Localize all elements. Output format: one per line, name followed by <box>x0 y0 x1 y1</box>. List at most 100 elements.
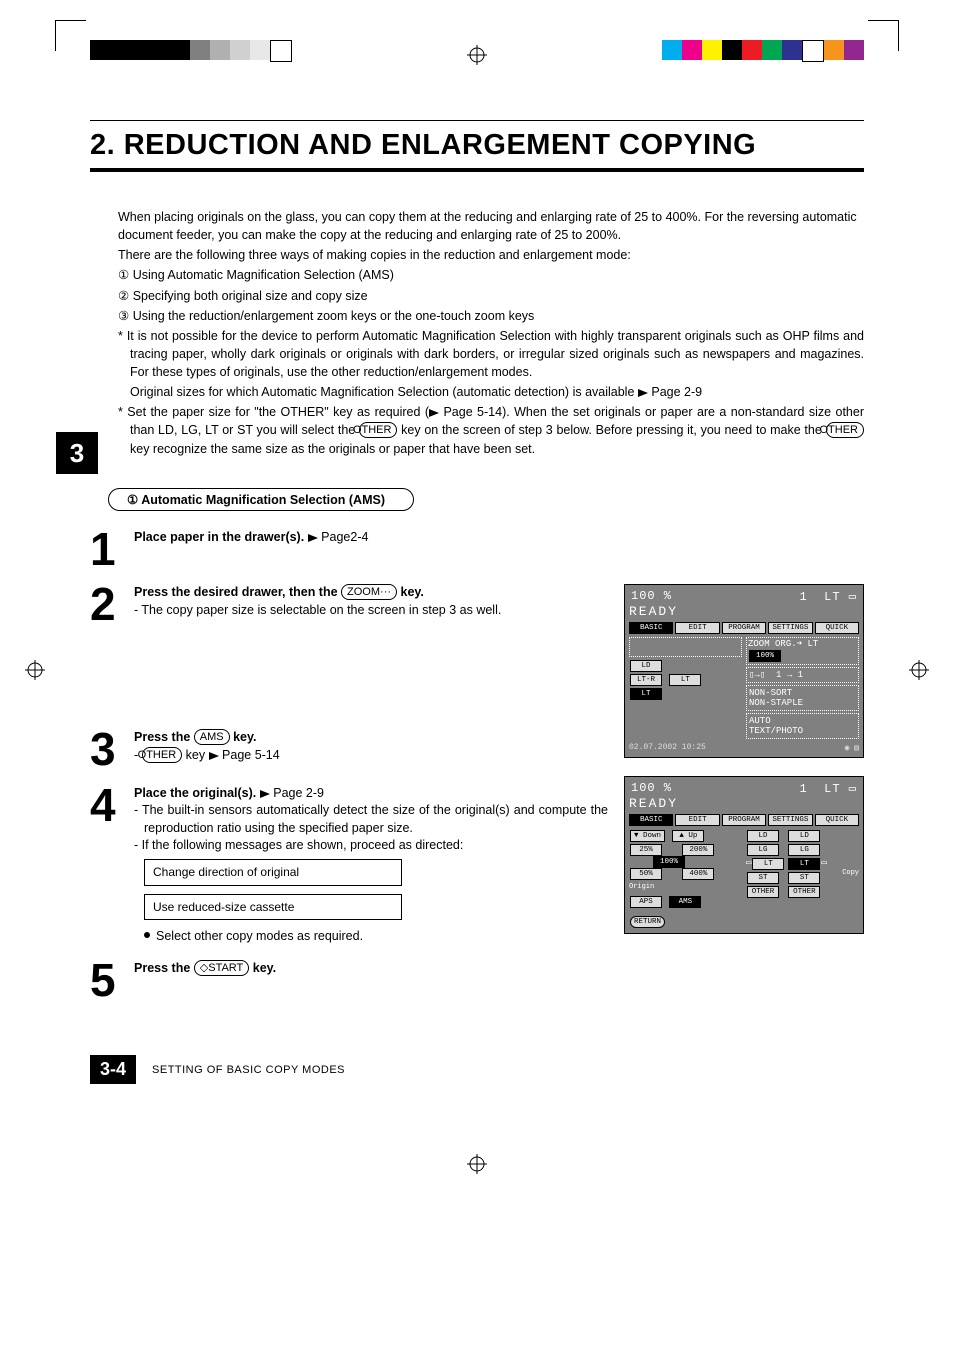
paper-size: LT <box>824 590 840 604</box>
zoom-400[interactable]: 400% <box>682 868 714 880</box>
drawer-ltr[interactable]: LT-R <box>630 674 662 686</box>
return-button[interactable]: RETURN <box>630 916 665 928</box>
ams-button[interactable]: AMS <box>669 896 701 908</box>
step-1-number: 1 <box>90 529 134 570</box>
step-4-sub2: - If the following messages are shown, p… <box>134 837 608 855</box>
down-button[interactable]: ▼ Down <box>630 830 665 842</box>
screen-tab-edit[interactable]: EDIT <box>675 622 719 634</box>
orig-lt[interactable]: LT <box>752 858 784 870</box>
duplex-value: 1 → 1 <box>776 670 803 680</box>
crop-mark-tl <box>55 20 86 51</box>
step-2-lead-b: key. <box>397 585 424 599</box>
intro-note1: * It is not possible for the device to p… <box>118 327 864 381</box>
copy-ld[interactable]: LD <box>788 830 820 842</box>
drawer-lt[interactable]: LT <box>669 674 701 686</box>
copy-column-label: Copy <box>842 869 859 877</box>
step-3-sub: - OTHER key Page 5-14 <box>134 747 608 765</box>
intro-note2b: key on the screen of step 3 below. Befor… <box>397 423 825 437</box>
copy-other[interactable]: OTHER <box>788 886 820 898</box>
step-3-lead-a: Press the <box>134 730 194 744</box>
other-keycap: OTHER <box>142 747 183 763</box>
paper-size: LT <box>824 782 840 796</box>
intro-p1: When placing originals on the glass, you… <box>118 208 864 244</box>
step-1: 1 Place paper in the drawer(s). Page2-4 <box>90 529 864 570</box>
step-3-sub-ref: Page 5-14 <box>222 748 280 762</box>
copy-lt[interactable]: LT <box>788 858 820 870</box>
step-2-sub: - The copy paper size is selectable on t… <box>134 602 608 620</box>
intro-note1b-text: Original sizes for which Automatic Magni… <box>130 385 634 399</box>
zoom-percent: 100 % <box>631 781 672 796</box>
zoom-50[interactable]: 50% <box>630 868 662 880</box>
orig-other[interactable]: OTHER <box>747 886 779 898</box>
copy-st[interactable]: ST <box>788 872 820 884</box>
intro-note2c: key recognize the same size as the origi… <box>130 442 535 456</box>
other-keycap: OTHER <box>359 422 398 438</box>
page-footer: 3-4 SETTING OF BASIC COPY MODES <box>90 1055 864 1084</box>
orig-lg[interactable]: LG <box>747 844 779 856</box>
screen-tab-settings[interactable]: SETTINGS <box>768 622 812 634</box>
step-2: 2 Press the desired drawer, then the ZOO… <box>90 584 608 625</box>
screen-tab-basic[interactable]: BASIC <box>629 622 673 634</box>
arrow-icon <box>260 790 270 798</box>
mode-box[interactable]: AUTO TEXT/PHOTO <box>746 713 859 739</box>
drawer-ld[interactable]: LD <box>630 660 662 672</box>
grayscale-bars <box>90 40 292 62</box>
screen-tab-quick[interactable]: QUICK <box>815 814 859 826</box>
start-key-text: START <box>208 962 243 974</box>
intro-li2-text: Specifying both original size and copy s… <box>133 289 368 303</box>
duplex-box[interactable]: ▯→▯ 1 → 1 <box>746 667 859 683</box>
screen-tab-program[interactable]: PROGRAM <box>722 622 766 634</box>
copy-lg[interactable]: LG <box>788 844 820 856</box>
intro-text: When placing originals on the glass, you… <box>90 208 864 458</box>
step-2-number: 2 <box>90 584 134 625</box>
intro-note1b-ref: Page 2-9 <box>651 385 702 399</box>
chapter-tab: 3 <box>56 432 98 474</box>
lcd-screen-basic: 100 % 1 LT ▭ READY BASICEDITPROGRAMSETTI… <box>624 584 864 758</box>
step-3-sub-b: key <box>182 748 208 762</box>
arrow-icon <box>209 752 219 760</box>
step-4-number: 4 <box>90 785 134 946</box>
up-button[interactable]: ▲ Up <box>672 830 704 842</box>
screen-date: 02.07.2002 10:25 <box>629 743 706 753</box>
step-3-lead-b: key. <box>230 730 257 744</box>
start-keycap: ◇START <box>194 960 250 976</box>
screen-tab-edit[interactable]: EDIT <box>675 814 719 826</box>
bullet-icon <box>144 932 150 938</box>
title-rule-bottom <box>90 168 864 172</box>
orig-ld[interactable]: LD <box>747 830 779 842</box>
step-4-ref: Page 2-9 <box>273 786 324 800</box>
screen-tab-quick[interactable]: QUICK <box>815 622 859 634</box>
screen-tab-basic[interactable]: BASIC <box>629 814 673 826</box>
step-4-bullet: Select other copy modes as required. <box>134 928 608 946</box>
aps-button[interactable]: APS <box>630 896 662 908</box>
step-1-ref: Page2-4 <box>321 530 368 544</box>
screen-tab-settings[interactable]: SETTINGS <box>768 814 812 826</box>
message-box-2: Use reduced-size cassette <box>144 894 402 921</box>
other-keycap: OTHER <box>826 422 865 438</box>
copy-count: 1 <box>800 590 808 604</box>
sort-box[interactable]: NON-SORT NON-STAPLE <box>746 685 859 711</box>
screen-tab-program[interactable]: PROGRAM <box>722 814 766 826</box>
intro-note2a: Set the paper size for "the OTHER" key a… <box>127 405 429 419</box>
zoom-percent: 100 % <box>631 589 672 604</box>
step-2-lead-a: Press the desired drawer, then the <box>134 585 341 599</box>
copy-count: 1 <box>800 782 808 796</box>
org-label: ORG.➜ LT <box>775 639 818 649</box>
step-5-number: 5 <box>90 960 134 1001</box>
zoom-label: ZOOM <box>748 639 770 649</box>
page-title: 2. REDUCTION AND ENLARGEMENT COPYING <box>90 129 864 162</box>
ams-keycap: AMS <box>194 729 230 745</box>
step-4-bullet-text: Select other copy modes as required. <box>156 929 363 943</box>
intro-li3-text: Using the reduction/enlargement zoom key… <box>133 309 535 323</box>
tray-graphic <box>629 637 742 657</box>
step-4-lead: Place the original(s). <box>134 786 256 800</box>
step-4-sub1: - The built-in sensors automatically det… <box>134 802 608 837</box>
zoom-value[interactable]: 100% <box>749 650 781 662</box>
orig-st[interactable]: ST <box>747 872 779 884</box>
intro-li1-text: Using Automatic Magnification Selection … <box>133 268 394 282</box>
intro-li1: ① Using Automatic Magnification Selectio… <box>118 266 864 284</box>
title-rule-top <box>90 120 864 121</box>
zoom-200[interactable]: 200% <box>682 844 714 856</box>
intro-note1b: Original sizes for which Automatic Magni… <box>118 383 864 401</box>
drawer-lt-active[interactable]: LT <box>630 688 662 700</box>
